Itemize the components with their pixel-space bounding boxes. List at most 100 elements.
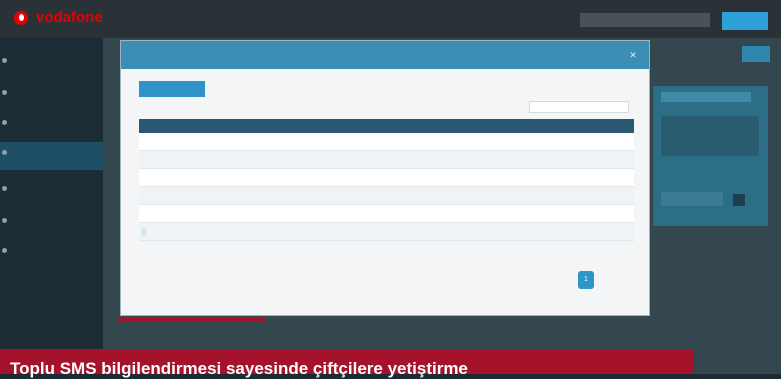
table-cell <box>335 204 385 223</box>
sidebar-item-icon <box>2 120 7 125</box>
table-cell <box>335 186 385 205</box>
sidebar-item[interactable] <box>0 240 103 262</box>
modal-header: ✕ <box>121 41 649 69</box>
column-header[interactable] <box>335 119 385 133</box>
table-cell <box>541 204 634 223</box>
sidebar-item-active[interactable] <box>0 142 103 170</box>
table-cell <box>483 168 541 187</box>
close-icon[interactable]: ✕ <box>627 49 639 61</box>
table-cell <box>385 133 437 151</box>
table-header-row <box>139 119 634 133</box>
table-cell <box>199 204 265 223</box>
table-cell <box>139 150 199 169</box>
pagination-next[interactable] <box>603 277 627 285</box>
table-cell <box>541 186 634 205</box>
table-cell <box>199 222 265 241</box>
table-row[interactable] <box>139 150 634 169</box>
table-cell <box>199 186 265 205</box>
vodafone-logo-icon[interactable] <box>14 11 28 25</box>
modal-title <box>137 49 307 61</box>
table-cell <box>541 168 634 187</box>
table-cell <box>139 186 199 205</box>
table-cell <box>265 204 335 223</box>
highlighted-cell <box>142 227 146 236</box>
search-input[interactable] <box>529 101 629 113</box>
table-cell <box>265 150 335 169</box>
table-cell <box>199 168 265 187</box>
user-account-button[interactable] <box>580 13 710 27</box>
data-table <box>139 119 634 241</box>
table-cell <box>541 150 634 169</box>
sidebar-item[interactable] <box>0 178 103 200</box>
sidebar-item[interactable] <box>0 50 103 72</box>
search-label <box>501 105 525 113</box>
table-cell <box>139 168 199 187</box>
caption-banner: Toplu SMS bilgilendirmesi sayesinde çift… <box>0 349 694 378</box>
sidebar-item-icon <box>2 218 7 223</box>
pagination-current-page[interactable]: 1 <box>578 271 594 289</box>
sidebar-item-icon <box>2 186 7 191</box>
content-link[interactable] <box>310 324 730 338</box>
table-cell <box>265 186 335 205</box>
tab-active[interactable] <box>139 81 205 97</box>
table-cell <box>437 150 483 169</box>
table-cell <box>139 204 199 223</box>
column-header[interactable] <box>483 119 541 133</box>
column-header[interactable] <box>139 119 199 133</box>
table-cell <box>483 186 541 205</box>
table-row[interactable] <box>139 168 634 187</box>
sidebar <box>0 38 103 374</box>
column-header[interactable] <box>437 119 483 133</box>
table-cell <box>265 168 335 187</box>
table-cell <box>483 150 541 169</box>
sidebar-item-icon <box>2 58 7 63</box>
table-cell <box>483 222 541 241</box>
table-cell <box>483 133 541 151</box>
sidebar-item[interactable] <box>0 210 103 232</box>
right-panel-box <box>661 116 759 156</box>
table-cell <box>265 222 335 241</box>
table-cell <box>335 133 385 151</box>
brand-name: vodafone <box>36 9 103 26</box>
table-cell <box>437 222 483 241</box>
column-header[interactable] <box>385 119 437 133</box>
sidebar-item[interactable] <box>0 82 103 104</box>
table-cell <box>541 222 634 241</box>
table-cell <box>385 186 437 205</box>
table-cell <box>139 133 199 151</box>
right-panel-button[interactable] <box>733 194 745 206</box>
table-cell <box>335 168 385 187</box>
right-panel-header <box>661 92 751 102</box>
sidebar-item[interactable] <box>0 112 103 134</box>
column-header[interactable] <box>541 119 634 133</box>
table-row[interactable] <box>139 133 634 151</box>
sidebar-item-icon <box>2 248 7 253</box>
table-cell <box>437 204 483 223</box>
table-cell <box>385 150 437 169</box>
table-cell <box>437 133 483 151</box>
table-cell <box>199 150 265 169</box>
caption-text: Toplu SMS bilgilendirmesi sayesinde çift… <box>10 359 468 378</box>
top-action-button[interactable] <box>722 12 768 30</box>
table-row[interactable] <box>139 222 634 241</box>
top-bar: vodafone <box>0 0 781 39</box>
table-cell <box>335 222 385 241</box>
table-cell <box>265 133 335 151</box>
right-action-button[interactable] <box>742 46 770 62</box>
table-row[interactable] <box>139 204 634 223</box>
table-cell <box>199 133 265 151</box>
pagination-info <box>139 277 239 285</box>
sidebar-item-icon <box>2 90 7 95</box>
table-row[interactable] <box>139 186 634 205</box>
sidebar-item-icon <box>2 150 7 155</box>
right-panel-input[interactable] <box>661 192 723 206</box>
pagination-prev[interactable] <box>541 277 565 285</box>
column-header[interactable] <box>265 119 335 133</box>
table-cell <box>437 168 483 187</box>
table-cell <box>335 150 385 169</box>
column-header[interactable] <box>199 119 265 133</box>
table-cell <box>385 222 437 241</box>
table-cell <box>541 133 634 151</box>
modal-dialog: ✕ 1 <box>120 40 650 316</box>
accent-divider <box>118 318 266 322</box>
